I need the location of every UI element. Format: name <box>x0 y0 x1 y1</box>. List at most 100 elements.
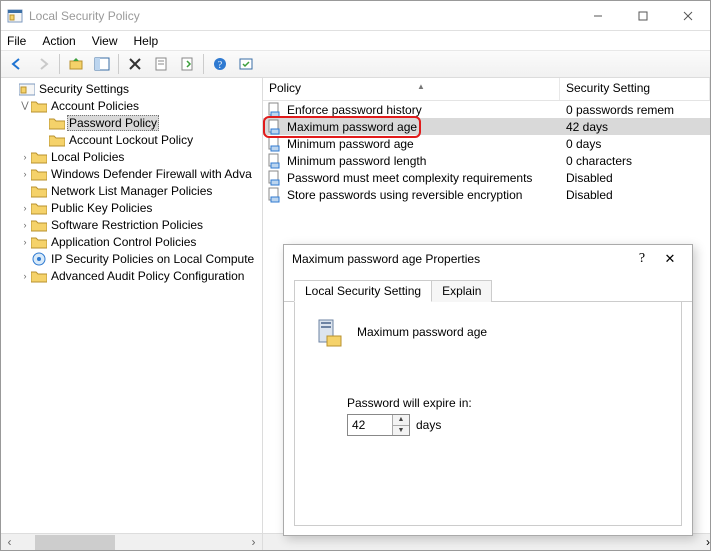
toolbar-separator <box>59 54 60 74</box>
scroll-thumb[interactable] <box>35 535 115 550</box>
tree-item-network-list[interactable]: Network List Manager Policies <box>3 182 262 199</box>
expand-icon[interactable]: › <box>19 271 31 281</box>
expand-icon[interactable]: › <box>19 203 31 213</box>
column-policy[interactable]: Policy ▲ <box>263 78 560 100</box>
tree-item-account-lockout[interactable]: Account Lockout Policy <box>3 131 262 148</box>
tree-item-label: Account Policies <box>49 99 141 113</box>
tree-root[interactable]: Security Settings <box>3 80 262 97</box>
list-row[interactable]: Minimum password age 0 days <box>263 135 710 152</box>
folder-icon <box>31 99 47 113</box>
tree-item-label: Local Policies <box>49 150 126 164</box>
properties-button[interactable] <box>149 52 173 76</box>
tree-item-label: Password Policy <box>67 115 159 131</box>
tree-item-account-policies[interactable]: ⋁ Account Policies <box>3 97 262 114</box>
tree-item-app-control[interactable]: › Application Control Policies <box>3 233 262 250</box>
security-settings-icon <box>19 82 35 96</box>
dialog-titlebar: Maximum password age Properties ? ✕ <box>284 245 692 273</box>
tree-item-label: IP Security Policies on Local Compute <box>49 252 256 266</box>
expand-icon[interactable]: › <box>19 237 31 247</box>
spinner[interactable]: ▲ ▼ <box>392 415 409 435</box>
sort-asc-icon: ▲ <box>417 82 425 91</box>
ipsec-icon <box>31 252 47 266</box>
dialog-content: Maximum password age Password will expir… <box>294 302 682 526</box>
list-row[interactable]: Store passwords using reversible encrypt… <box>263 186 710 203</box>
folder-icon <box>31 201 47 215</box>
policy-icon <box>267 170 283 186</box>
server-icon <box>313 316 345 348</box>
tree-item-label: Windows Defender Firewall with Adva <box>49 167 254 181</box>
expand-icon[interactable]: › <box>19 169 31 179</box>
expand-icon[interactable]: ⋁ <box>19 100 31 111</box>
close-button[interactable] <box>665 1 710 30</box>
menu-help[interactable]: Help <box>134 34 159 48</box>
back-button[interactable] <box>5 52 29 76</box>
toolbar-separator <box>203 54 204 74</box>
list-row[interactable]: Password must meet complexity requiremen… <box>263 169 710 186</box>
policy-icon <box>267 187 283 203</box>
column-security[interactable]: Security Setting <box>560 78 710 100</box>
expand-icon[interactable]: › <box>19 152 31 162</box>
policy-icon <box>267 119 283 135</box>
policy-icon <box>267 136 283 152</box>
menu-file[interactable]: File <box>7 34 26 48</box>
list-header: Policy ▲ Security Setting <box>263 78 710 101</box>
tree-item-ipsec[interactable]: IP Security Policies on Local Compute <box>3 250 262 267</box>
dialog-help-button[interactable]: ? <box>628 251 656 267</box>
app-icon <box>7 8 23 24</box>
properties-dialog: Maximum password age Properties ? ✕ Loca… <box>283 244 693 536</box>
tree-item-firewall[interactable]: › Windows Defender Firewall with Adva <box>3 165 262 182</box>
tree-item-label: Software Restriction Policies <box>49 218 205 232</box>
tree-hscrollbar[interactable]: ‹ › <box>1 533 262 550</box>
tree-item-label: Advanced Audit Policy Configuration <box>49 269 246 283</box>
menu-view[interactable]: View <box>92 34 118 48</box>
refresh-button[interactable] <box>234 52 258 76</box>
scroll-right-icon[interactable]: › <box>245 534 262 551</box>
dialog-heading: Maximum password age <box>357 325 487 339</box>
folder-icon <box>49 116 65 130</box>
folder-icon <box>31 269 47 283</box>
tree-item-software-restrict[interactable]: › Software Restriction Policies <box>3 216 262 233</box>
list-row[interactable]: Minimum password length 0 characters <box>263 152 710 169</box>
expire-input[interactable] <box>348 415 392 435</box>
export-button[interactable] <box>175 52 199 76</box>
tab-explain[interactable]: Explain <box>431 280 492 302</box>
scroll-left-icon[interactable]: ‹ <box>1 534 18 551</box>
expire-value-field[interactable]: ▲ ▼ <box>347 414 410 436</box>
tree-item-password-policy[interactable]: Password Policy <box>3 114 262 131</box>
folder-icon <box>31 167 47 181</box>
list-row[interactable]: Enforce password history 0 passwords rem… <box>263 101 710 118</box>
title-bar: Local Security Policy <box>1 1 710 31</box>
tree-item-audit[interactable]: › Advanced Audit Policy Configuration <box>3 267 262 284</box>
forward-button[interactable] <box>31 52 55 76</box>
menu-action[interactable]: Action <box>42 34 75 48</box>
maximize-button[interactable] <box>620 1 665 30</box>
svg-text:?: ? <box>218 60 223 71</box>
tree-item-label: Account Lockout Policy <box>67 133 195 147</box>
tree-pane: Security Settings ⋁ Account Policies Pas… <box>1 78 263 550</box>
expire-label: Password will expire in: <box>347 396 663 410</box>
up-button[interactable] <box>64 52 88 76</box>
show-hide-tree-button[interactable] <box>90 52 114 76</box>
policy-icon <box>267 102 283 118</box>
dialog-tabstrip: Local Security Setting Explain <box>284 273 692 302</box>
list-row-selected[interactable]: Maximum password age 42 days <box>263 118 710 135</box>
delete-button[interactable] <box>123 52 147 76</box>
dialog-close-button[interactable]: ✕ <box>656 251 684 267</box>
tree-root-label: Security Settings <box>37 82 131 96</box>
policy-icon <box>267 153 283 169</box>
scroll-right-icon[interactable]: › <box>706 535 710 549</box>
folder-icon <box>31 218 47 232</box>
tab-local-security[interactable]: Local Security Setting <box>294 280 432 302</box>
dialog-title: Maximum password age Properties <box>292 252 628 266</box>
tree-item-public-key[interactable]: › Public Key Policies <box>3 199 262 216</box>
tree-item-label: Network List Manager Policies <box>49 184 214 198</box>
folder-icon <box>31 235 47 249</box>
tree-item-label: Application Control Policies <box>49 235 198 249</box>
help-button[interactable]: ? <box>208 52 232 76</box>
folder-icon <box>31 184 47 198</box>
spinner-up-icon[interactable]: ▲ <box>393 415 409 426</box>
minimize-button[interactable] <box>575 1 620 30</box>
spinner-down-icon[interactable]: ▼ <box>393 426 409 436</box>
expand-icon[interactable]: › <box>19 220 31 230</box>
tree-item-local-policies[interactable]: › Local Policies <box>3 148 262 165</box>
